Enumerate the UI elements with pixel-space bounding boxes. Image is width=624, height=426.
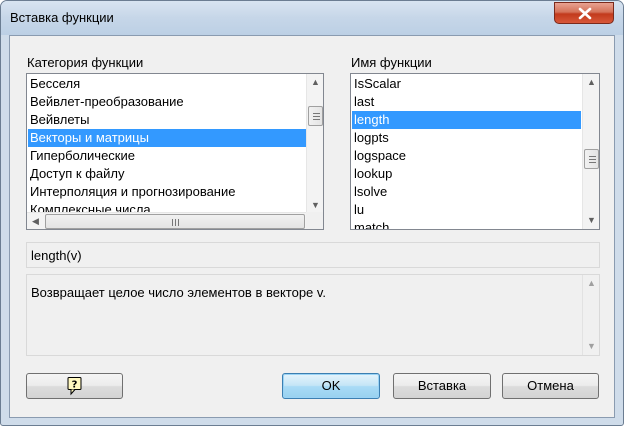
function-list-item[interactable]: lsolve: [352, 183, 581, 201]
help-icon: ?: [67, 377, 82, 396]
scroll-up-arrow-icon[interactable]: ▲: [583, 74, 599, 91]
dialog-client: Категория функции Бесселя Вейвлет-преобра…: [9, 35, 615, 418]
function-label: Имя функции: [351, 55, 432, 70]
function-list-item[interactable]: IsScalar: [352, 75, 581, 93]
function-list-item[interactable]: match: [352, 219, 581, 229]
category-list-item[interactable]: Доступ к файлу: [28, 165, 306, 183]
category-list-item[interactable]: Бесселя: [28, 75, 306, 93]
category-scroll-thumb[interactable]: [308, 106, 323, 126]
cancel-button[interactable]: Отмена: [502, 373, 599, 399]
function-list-item[interactable]: lookup: [352, 165, 581, 183]
insert-button[interactable]: Вставка: [393, 373, 491, 399]
category-vertical-scrollbar[interactable]: ▲ ▼: [306, 74, 323, 214]
close-button[interactable]: [554, 2, 614, 24]
function-list-item[interactable]: length: [352, 111, 581, 129]
scroll-down-arrow-icon[interactable]: ▼: [583, 338, 600, 355]
help-button[interactable]: ?: [26, 373, 123, 399]
category-label: Категория функции: [27, 55, 144, 70]
category-horizontal-scrollbar[interactable]: ◀: [27, 212, 307, 229]
category-list-item[interactable]: Гиперболические: [28, 147, 306, 165]
window-title: Вставка функции: [10, 10, 114, 25]
scroll-up-arrow-icon[interactable]: ▲: [583, 275, 600, 292]
category-listbox[interactable]: Бесселя Вейвлет-преобразование Вейвлеты Век…: [26, 73, 324, 230]
title-bar[interactable]: Вставка функции: [1, 1, 623, 35]
scroll-corner: [306, 212, 323, 229]
category-list-item[interactable]: Вейвлеты: [28, 111, 306, 129]
function-description: Возвращает целое число элементов в векто…: [31, 285, 327, 300]
description-vertical-scrollbar[interactable]: ▲ ▼: [582, 275, 599, 355]
function-listbox[interactable]: IsScalar last length logpts logspace lookup ls…: [350, 73, 600, 230]
category-hscroll-thumb[interactable]: [45, 214, 305, 229]
close-icon: [578, 7, 592, 20]
ok-button[interactable]: OK: [282, 373, 380, 399]
function-list-item[interactable]: lu: [352, 201, 581, 219]
function-signature-field: length(v): [26, 242, 600, 268]
scroll-down-arrow-icon[interactable]: ▼: [583, 212, 599, 229]
function-signature: length(v): [31, 248, 82, 263]
function-list-item[interactable]: logspace: [352, 147, 581, 165]
function-description-field: Возвращает целое число элементов в векто…: [26, 274, 600, 356]
function-list-item[interactable]: last: [352, 93, 581, 111]
category-list-item[interactable]: Вейвлет-преобразование: [28, 93, 306, 111]
scroll-left-arrow-icon[interactable]: ◀: [27, 213, 44, 229]
category-list-item[interactable]: Интерполяция и прогнозирование: [28, 183, 306, 201]
category-list-item[interactable]: Векторы и матрицы: [28, 129, 306, 147]
function-vertical-scrollbar[interactable]: ▲ ▼: [582, 74, 599, 229]
function-list-item[interactable]: logpts: [352, 129, 581, 147]
dialog-window: Вставка функции Категория функции Бессел…: [0, 0, 624, 426]
svg-text:?: ?: [72, 380, 78, 391]
function-scroll-thumb[interactable]: [584, 149, 599, 169]
scroll-up-arrow-icon[interactable]: ▲: [307, 74, 323, 91]
